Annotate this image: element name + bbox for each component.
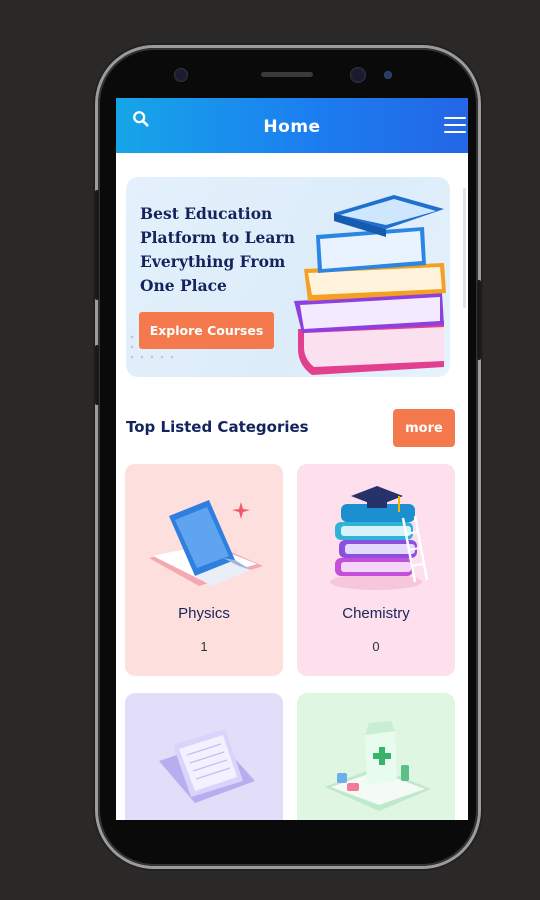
category-count: 0 (372, 639, 380, 654)
hero-heading-line: Everything From (140, 252, 286, 271)
proximity-sensor (384, 71, 392, 79)
category-name: Chemistry (342, 605, 410, 622)
app-screen: Home Best Education Platform to Learn Ev… (116, 98, 468, 820)
page-title: Home (263, 117, 321, 137)
front-sensor (174, 68, 188, 82)
earpiece (261, 72, 313, 77)
bixby-button (95, 345, 99, 405)
scrollbar[interactable] (463, 188, 466, 308)
hero-heading-line: One Place (140, 276, 227, 295)
hamburger-menu-icon[interactable] (444, 117, 466, 135)
laptop-illustration (149, 500, 263, 586)
section-title: Top Listed Categories (126, 418, 309, 436)
hero-banner: Best Education Platform to Learn Everyth… (126, 177, 450, 377)
books-graduation-cap-illustration (330, 486, 429, 590)
volume-button (95, 190, 99, 300)
app-bar: Home (116, 98, 468, 153)
category-count: 1 (200, 639, 208, 654)
category-card-3[interactable] (125, 693, 283, 820)
category-card-physics[interactable]: Physics 1 (125, 464, 283, 676)
category-card-chemistry[interactable]: Chemistry 0 (297, 464, 455, 676)
category-name: Physics (178, 605, 230, 622)
shopping-bag-illustration (325, 721, 431, 811)
open-book-illustration (159, 729, 255, 803)
hero-heading: Best Education Platform to Learn Everyth… (140, 202, 300, 298)
more-button[interactable]: more (393, 409, 455, 447)
explore-courses-button[interactable]: Explore Courses (139, 312, 274, 349)
category-card-4[interactable] (297, 693, 455, 820)
stacked-books-illustration (294, 195, 446, 375)
hero-heading-line: Platform to Learn (140, 228, 295, 247)
power-button (477, 280, 481, 360)
front-camera (350, 67, 366, 83)
hero-heading-line: Best Education (140, 204, 273, 223)
